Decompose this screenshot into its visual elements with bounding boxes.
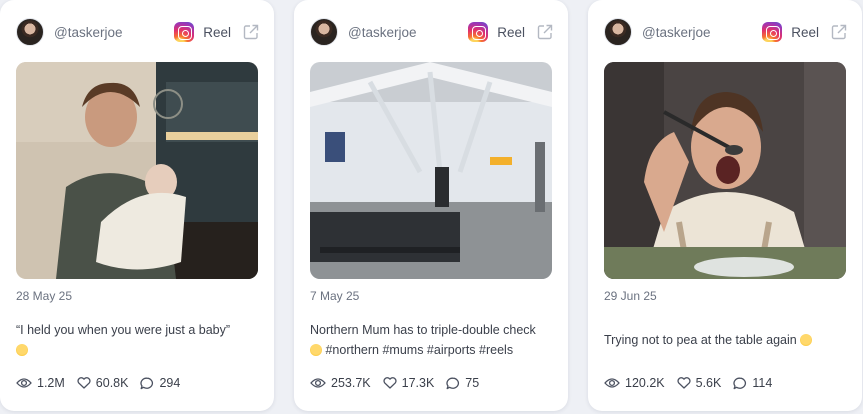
likes-count: 17.3K <box>401 376 435 390</box>
post-thumbnail[interactable] <box>310 62 552 279</box>
post-stats: 120.2K 5.6K 114 <box>604 376 784 390</box>
caption-text-line-1: Northern Mum has to triple-double check <box>310 323 536 337</box>
post-card-2[interactable]: @taskerjoe Reel 7 May 25 Northern Mum ha… <box>294 0 568 411</box>
eye-icon <box>310 378 326 388</box>
card-header: @taskerjoe Reel <box>604 14 848 50</box>
post-type-label: Reel <box>497 24 525 40</box>
views-count: 253.7K <box>331 376 371 390</box>
likes-stat: 17.3K <box>383 376 435 390</box>
avatar[interactable] <box>16 18 44 46</box>
card-header: @taskerjoe Reel <box>16 14 260 50</box>
face-savoring-food-emoji <box>800 334 813 346</box>
account-handle[interactable]: @taskerjoe <box>348 25 468 40</box>
avatar[interactable] <box>604 18 632 46</box>
external-link-icon[interactable] <box>242 23 260 41</box>
post-date: 28 May 25 <box>16 289 73 303</box>
post-caption: Northern Mum has to triple-double check … <box>310 320 554 360</box>
views-count: 120.2K <box>625 376 665 390</box>
likes-count: 60.8K <box>95 376 129 390</box>
post-caption: “I held you when you were just a baby” <box>16 320 260 360</box>
caption-text: “I held you when you were just a baby” <box>16 323 231 337</box>
comment-icon <box>446 377 460 389</box>
eye-icon <box>16 378 32 388</box>
likes-stat: 60.8K <box>77 376 129 390</box>
post-stats: 253.7K 17.3K 75 <box>310 376 491 390</box>
likes-count: 5.6K <box>695 376 722 390</box>
post-stats: 1.2M 60.8K 294 <box>16 376 192 390</box>
grinning-face-emoji <box>16 344 28 356</box>
comments-count: 114 <box>752 376 773 390</box>
post-date: 29 Jun 25 <box>604 289 657 303</box>
grinning-face-emoji <box>310 344 322 356</box>
heart-icon <box>77 377 91 389</box>
likes-stat: 5.6K <box>677 376 722 390</box>
comments-count: 75 <box>465 376 480 390</box>
comment-icon <box>140 377 154 389</box>
post-card-1[interactable]: @taskerjoe Reel 28 May 25 “I held you wh… <box>0 0 274 411</box>
account-handle[interactable]: @taskerjoe <box>54 25 174 40</box>
external-link-icon[interactable] <box>830 23 848 41</box>
views-stat: 253.7K <box>310 376 371 390</box>
instagram-icon <box>468 22 489 42</box>
views-count: 1.2M <box>37 376 65 390</box>
account-handle[interactable]: @taskerjoe <box>642 25 762 40</box>
post-card-3[interactable]: @taskerjoe Reel 29 Jun 25 Trying not to … <box>588 0 862 411</box>
caption-hashtags: #northern #mums #airports #reels <box>325 343 514 357</box>
external-link-icon[interactable] <box>536 23 554 41</box>
comments-count: 294 <box>159 376 181 390</box>
post-type-label: Reel <box>203 24 231 40</box>
instagram-icon <box>174 22 195 42</box>
post-thumbnail[interactable] <box>16 62 258 279</box>
card-header: @taskerjoe Reel <box>310 14 554 50</box>
post-type-label: Reel <box>791 24 819 40</box>
comment-icon <box>733 377 747 389</box>
post-caption: Trying not to pea at the table again <box>604 330 848 350</box>
heart-icon <box>383 377 397 389</box>
views-stat: 120.2K <box>604 376 665 390</box>
heart-icon <box>677 377 691 389</box>
views-stat: 1.2M <box>16 376 65 390</box>
comments-stat: 294 <box>140 376 180 390</box>
comments-stat: 114 <box>733 376 772 390</box>
caption-text: Trying not to pea at the table again <box>604 333 797 347</box>
instagram-icon <box>762 22 783 42</box>
avatar[interactable] <box>310 18 338 46</box>
post-thumbnail[interactable] <box>604 62 846 279</box>
post-date: 7 May 25 <box>310 289 360 303</box>
comments-stat: 75 <box>446 376 479 390</box>
eye-icon <box>604 378 620 388</box>
